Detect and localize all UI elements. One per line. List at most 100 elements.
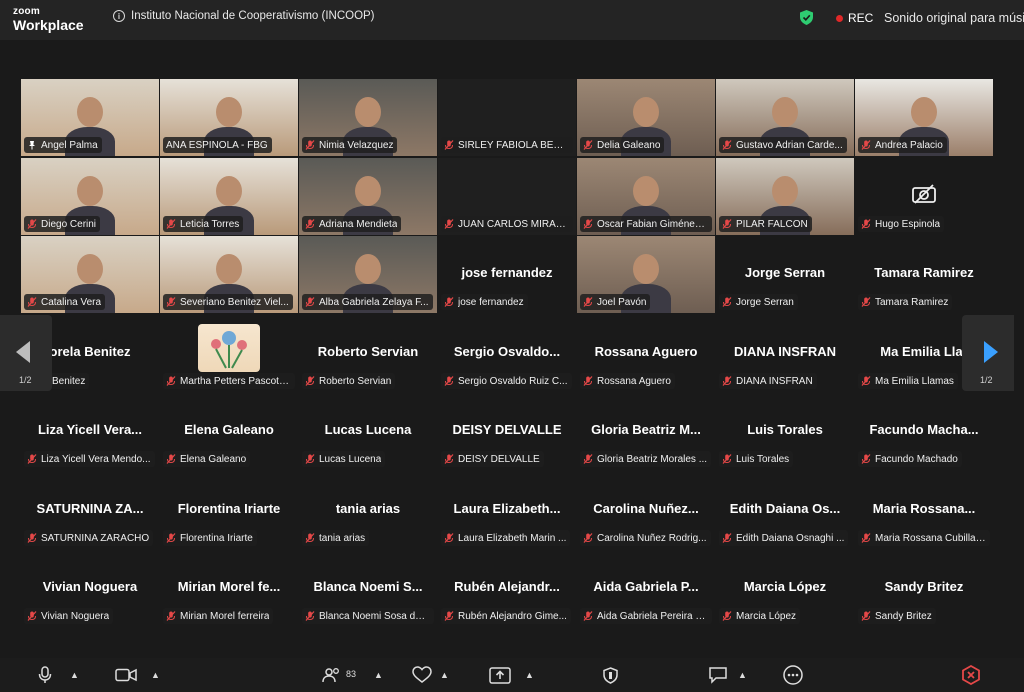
reactions-caret-icon[interactable]: ▲ <box>440 670 449 680</box>
mic-off-icon <box>27 297 37 307</box>
participants-control[interactable]: 83 ▲ <box>322 666 383 684</box>
participant-display-name: SATURNINA ZA... <box>36 501 144 516</box>
participant-tile[interactable]: Rossana Aguero Rossana Aguero <box>577 315 715 392</box>
participant-tile[interactable]: Gustavo Adrian Carde... <box>716 79 854 156</box>
info-icon[interactable]: i <box>113 10 125 22</box>
participant-tile[interactable]: Leticia Torres <box>160 158 298 235</box>
participant-tile[interactable]: Nimia Velazquez <box>299 79 437 156</box>
participant-name-bar: Hugo Espinola <box>858 216 945 232</box>
participant-tile[interactable]: Luis Torales Luis Torales <box>716 393 854 470</box>
participant-tile[interactable]: Martha Petters Pascotti... <box>160 315 298 392</box>
person-face <box>77 254 103 284</box>
encryption-shield-icon[interactable] <box>800 10 813 25</box>
chat-caret-icon[interactable]: ▲ <box>738 670 747 680</box>
participant-tile[interactable]: Lucas Lucena Lucas Lucena <box>299 393 437 470</box>
participant-name: Joel Pavón <box>597 296 647 308</box>
video-control[interactable]: ▲ <box>115 666 160 684</box>
participant-tile[interactable]: jose fernandez jose fernandez <box>438 236 576 313</box>
participant-tile[interactable]: Florentina Iriarte Florentina Iriarte <box>160 472 298 549</box>
mic-off-icon <box>722 454 732 464</box>
participant-tile[interactable]: Rubén Alejandr... Rubén Alejandro Gime... <box>438 550 576 627</box>
video-camera-icon[interactable] <box>115 668 137 682</box>
participant-tile[interactable]: JUAN CARLOS MIRAN... <box>438 158 576 235</box>
participant-tile[interactable]: tania arias tania arias <box>299 472 437 549</box>
participant-tile[interactable]: Roberto Servian Roberto Servian <box>299 315 437 392</box>
participant-tile[interactable]: DEISY DELVALLE DEISY DELVALLE <box>438 393 576 470</box>
participant-display-name: DIANA INSFRAN <box>733 344 837 359</box>
participant-tile[interactable]: Marcia López Marcia López <box>716 550 854 627</box>
participant-display-name: Sandy Britez <box>884 579 964 594</box>
reactions-control[interactable]: ▲ <box>412 666 449 684</box>
participant-tile[interactable]: Catalina Vera <box>21 236 159 313</box>
recording-indicator[interactable]: REC <box>836 11 873 25</box>
participant-tile[interactable]: Adriana Mendieta <box>299 158 437 235</box>
audio-control[interactable]: ▲ <box>38 666 79 684</box>
security-control[interactable] <box>603 666 618 684</box>
participant-tile[interactable]: Carolina Nuñez... Carolina Nuñez Rodrig..… <box>577 472 715 549</box>
participant-name: Tamara Ramirez <box>875 296 949 308</box>
participant-tile[interactable]: Jorge Serran Jorge Serran <box>716 236 854 313</box>
participant-tile[interactable]: Laura Elizabeth... Laura Elizabeth Marin … <box>438 472 576 549</box>
participant-name: Andrea Palacio <box>875 139 943 151</box>
more-options-icon[interactable] <box>783 665 803 685</box>
pin-icon <box>29 141 35 150</box>
participant-tile[interactable]: Severiano Benitez Viel... <box>160 236 298 313</box>
participant-tile[interactable]: ANA ESPINOLA - FBG <box>160 79 298 156</box>
participant-tile[interactable]: Diego Cerini <box>21 158 159 235</box>
meeting-info[interactable]: i Instituto Nacional de Cooperativismo (… <box>113 10 375 22</box>
audio-options-caret-icon[interactable]: ▲ <box>70 670 79 680</box>
participant-name: Catalina Vera <box>41 296 102 308</box>
share-caret-icon[interactable]: ▲ <box>525 670 534 680</box>
participant-tile[interactable]: Joel Pavón <box>577 236 715 313</box>
share-screen-icon[interactable] <box>489 666 511 684</box>
participant-tile[interactable]: Elena Galeano Elena Galeano <box>160 393 298 470</box>
participant-tile[interactable]: Alba Gabriela Zelaya F... <box>299 236 437 313</box>
participants-icon[interactable] <box>322 667 342 683</box>
security-shield-icon[interactable] <box>603 666 618 684</box>
participant-name: Elena Galeano <box>180 453 247 465</box>
participant-tile[interactable]: DIANA INSFRAN DIANA INSFRAN <box>716 315 854 392</box>
participant-tile[interactable]: Gloria Beatriz M... Gloria Beatriz Morale… <box>577 393 715 470</box>
participant-tile[interactable]: Facundo Macha... Facundo Machado <box>855 393 993 470</box>
leave-meeting-control[interactable] <box>961 665 981 685</box>
participant-tile[interactable]: Maria Rossana... Maria Rossana Cubilla ..… <box>855 472 993 549</box>
participant-tile[interactable]: Vivian Noguera Vivian Noguera <box>21 550 159 627</box>
video-options-caret-icon[interactable]: ▲ <box>151 670 160 680</box>
next-page-button[interactable]: 1/2 <box>962 315 1014 391</box>
microphone-icon[interactable] <box>38 666 52 684</box>
participant-name-bar: SATURNINA ZARACHO <box>24 530 154 546</box>
participant-tile[interactable]: SIRLEY FABIOLA BENIT... <box>438 79 576 156</box>
original-sound-toggle[interactable]: Sonido original para músi <box>884 11 1024 25</box>
participant-tile[interactable]: Delia Galeano <box>577 79 715 156</box>
participant-tile[interactable]: Hugo Espinola <box>855 158 993 235</box>
participant-name: JUAN CARLOS MIRAN... <box>458 218 569 230</box>
participant-tile[interactable]: Mirian Morel fe... Mirian Morel ferreira <box>160 550 298 627</box>
chevron-right-icon <box>984 341 998 363</box>
participant-tile[interactable]: Oscar Fabian Giménez ... <box>577 158 715 235</box>
leave-icon[interactable] <box>961 665 981 685</box>
participant-tile[interactable]: Liza Yicell Vera... Liza Yicell Vera Mend… <box>21 393 159 470</box>
participant-name: Rubén Alejandro Gime... <box>458 610 567 622</box>
participant-tile[interactable]: Angel Palma <box>21 79 159 156</box>
participant-name: Nimia Velazquez <box>319 139 394 151</box>
reactions-heart-icon[interactable] <box>412 666 432 684</box>
participant-tile[interactable]: Blanca Noemi S... Blanca Noemi Sosa de ..… <box>299 550 437 627</box>
share-screen-control[interactable]: ▲ <box>489 666 534 684</box>
participants-caret-icon[interactable]: ▲ <box>374 670 383 680</box>
participant-tile[interactable]: PILAR FALCON <box>716 158 854 235</box>
mic-off-icon <box>861 611 871 621</box>
participant-tile[interactable]: Sergio Osvaldo... Sergio Osvaldo Ruiz C..… <box>438 315 576 392</box>
participant-name: Angel Palma <box>41 139 98 151</box>
more-options-control[interactable] <box>783 665 803 685</box>
previous-page-button[interactable]: 1/2 <box>0 315 52 391</box>
participant-tile[interactable]: Andrea Palacio <box>855 79 993 156</box>
chat-icon[interactable] <box>708 666 728 684</box>
participant-tile[interactable]: Tamara Ramirez Tamara Ramirez <box>855 236 993 313</box>
participant-tile[interactable]: Edith Daiana Os... Edith Daiana Osnaghi .… <box>716 472 854 549</box>
mic-off-icon <box>722 219 732 229</box>
participant-tile[interactable]: Sandy Britez Sandy Britez <box>855 550 993 627</box>
mic-off-icon <box>444 376 454 386</box>
participant-tile[interactable]: Aida Gabriela P... Aida Gabriela Pereira … <box>577 550 715 627</box>
chat-control[interactable]: ▲ <box>708 666 747 684</box>
participant-tile[interactable]: SATURNINA ZA... SATURNINA ZARACHO <box>21 472 159 549</box>
